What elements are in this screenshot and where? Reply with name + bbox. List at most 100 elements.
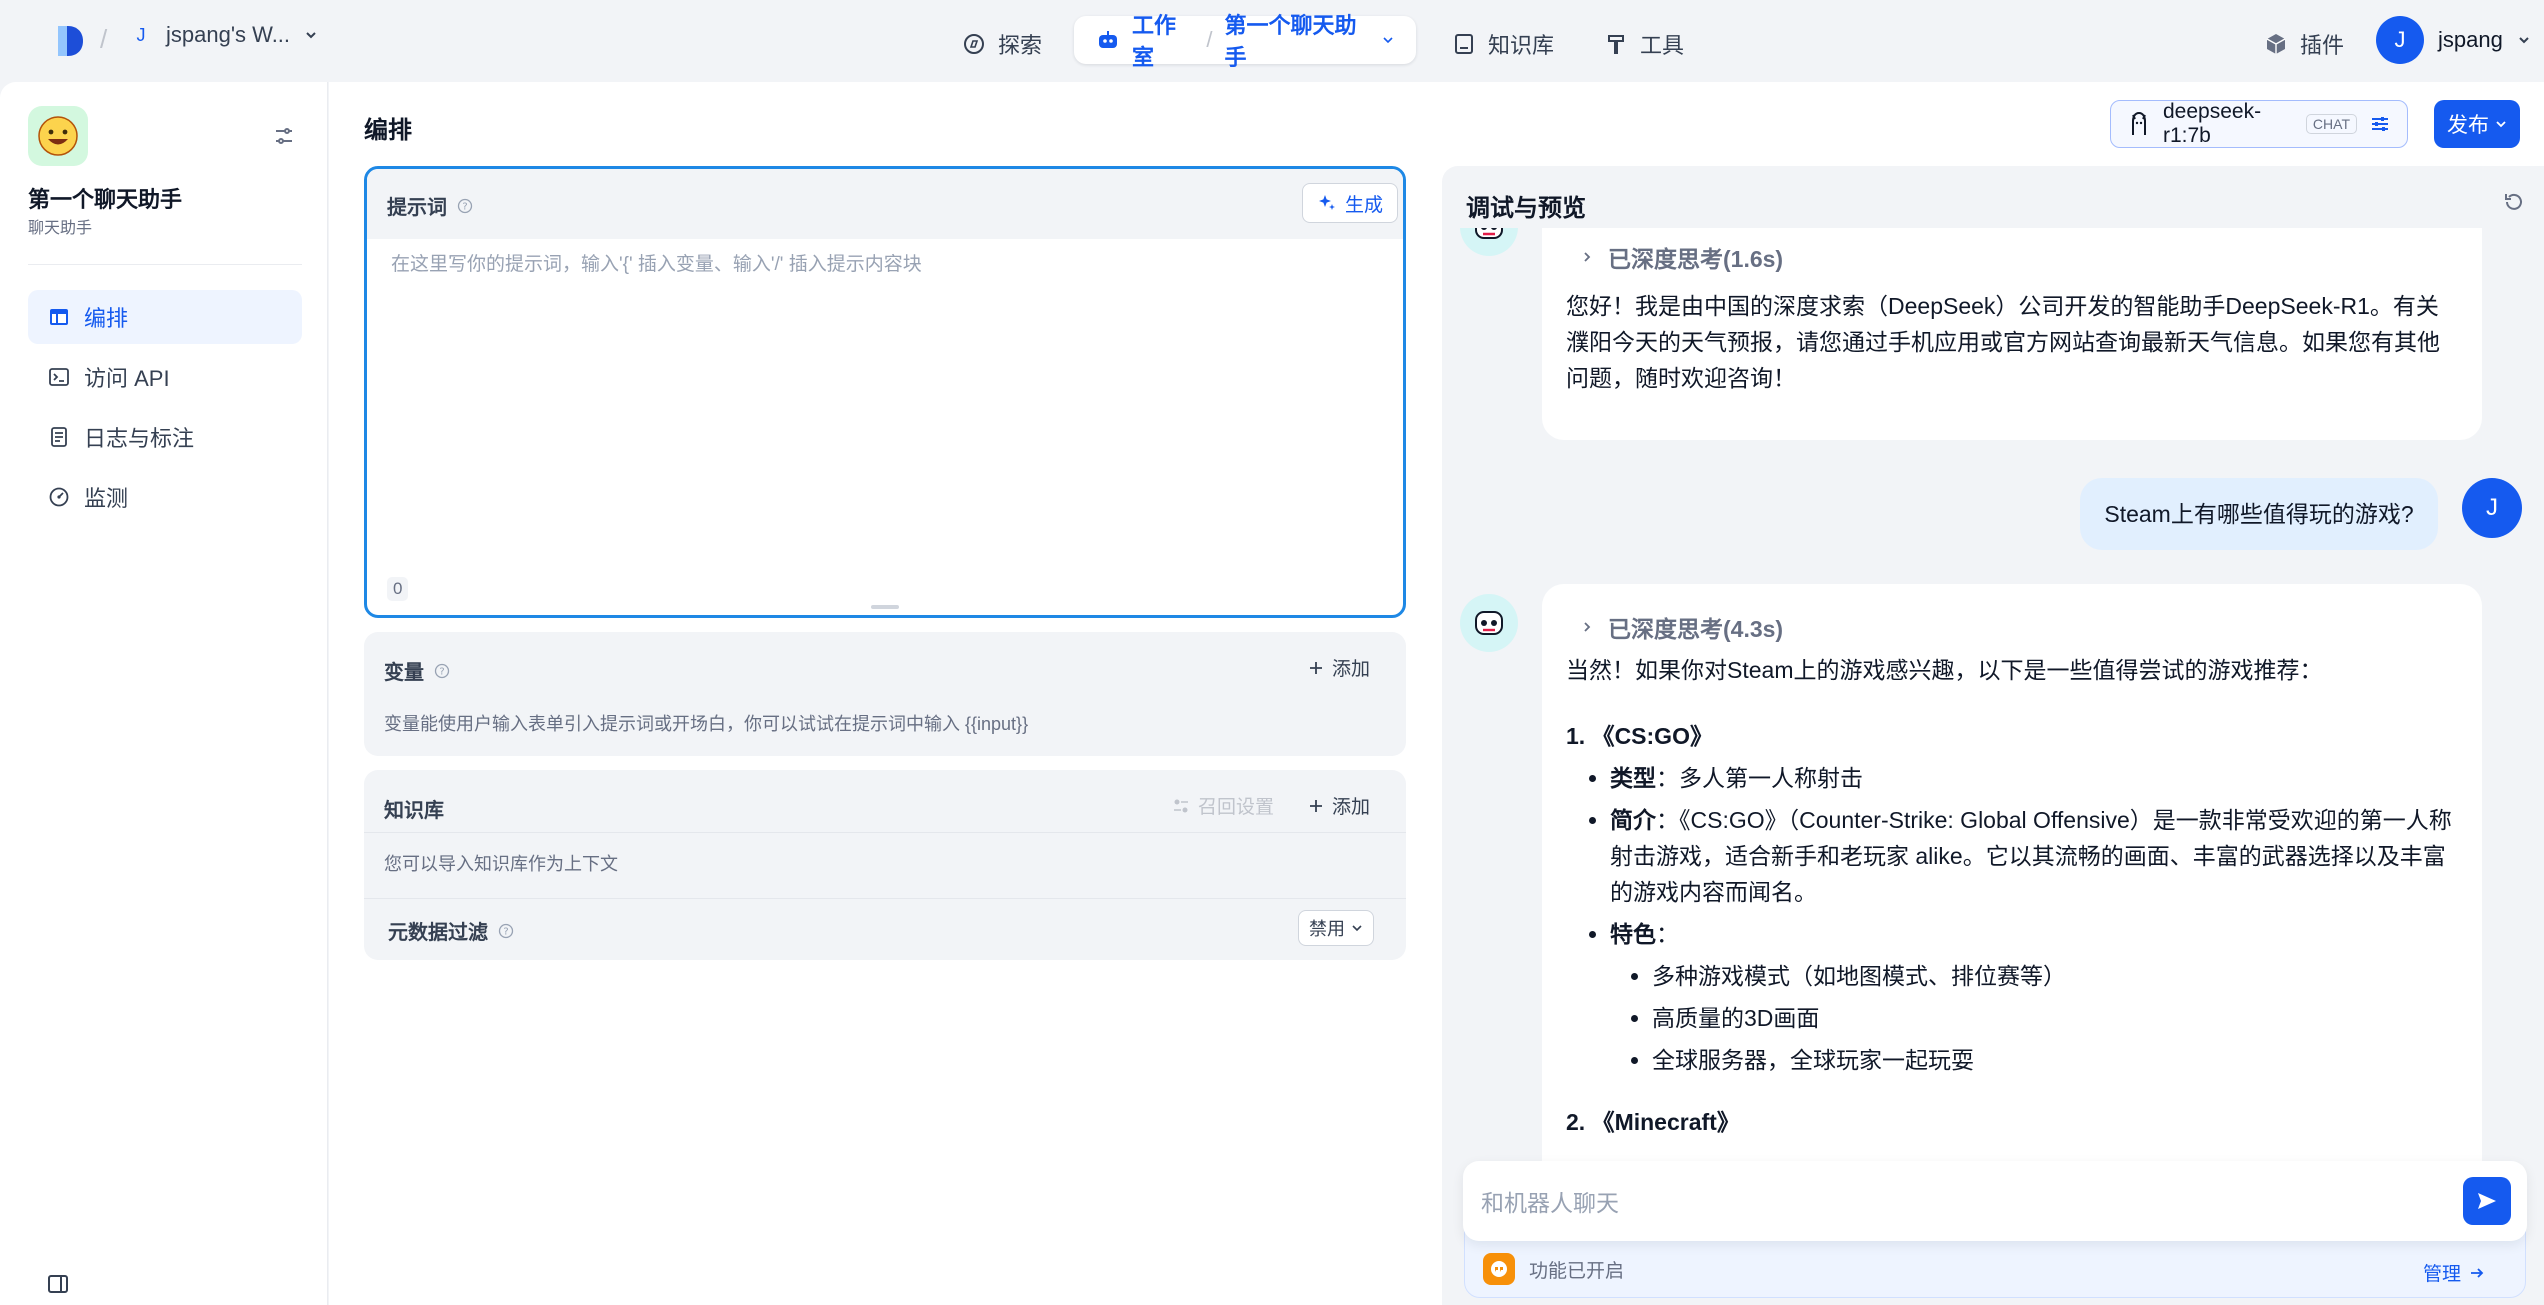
thinking-duration: 已深度思考(4.3s): [1608, 616, 1784, 642]
sidebar-item-orchestrate[interactable]: 编排: [28, 290, 302, 344]
breadcrumb-slash: /: [1206, 27, 1213, 52]
chat-input-box: 和机器人聊天: [1463, 1161, 2527, 1241]
metadata-filter-value: 禁用: [1309, 919, 1345, 939]
publish-button[interactable]: 发布: [2434, 100, 2520, 148]
help-circle-icon[interactable]: ?: [457, 198, 473, 214]
svg-text:?: ?: [462, 201, 467, 212]
dify-logo[interactable]: [54, 24, 86, 58]
list-item: 多种游戏模式（如地图模式、排位赛等）: [1652, 958, 2456, 994]
sidebar-item-label: 访问 API: [84, 366, 170, 391]
thinking-toggle[interactable]: 已深度思考(1.6s): [1580, 240, 1783, 274]
sidebar-item-monitor[interactable]: 监测: [28, 470, 302, 524]
knowledge-hint: 您可以导入知识库作为上下文: [384, 854, 618, 874]
generate-label: 生成: [1345, 194, 1384, 216]
page-title: 编排: [364, 117, 412, 144]
list-item: 全球服务器，全球玩家一起玩耍: [1652, 1042, 2456, 1078]
prompt-label-row: 提示词 ?: [387, 191, 473, 220]
nav-studio[interactable]: 工作室 / 第一个聊天助手: [1074, 13, 1416, 70]
game-type: ：多人第一人称射击: [1656, 765, 1863, 791]
recall-settings-button[interactable]: 召回设置: [1172, 792, 1274, 819]
debug-preview-panel: 调试与预览 已深度思考(1.6s) 您好！我是由中国的深度求索（DeepSeek…: [1442, 166, 2544, 1305]
user-menu[interactable]: J jspang: [2376, 16, 2531, 64]
chat-input[interactable]: 和机器人聊天: [1481, 1184, 2463, 1218]
list-item: 类型：多人第一人称射击: [1610, 760, 2456, 796]
current-app-name[interactable]: 第一个聊天助手: [1225, 8, 1371, 72]
workspace-initial: J: [136, 24, 146, 45]
nav-tools-label: 工具: [1640, 33, 1685, 58]
sidebar-divider: [28, 264, 302, 265]
sidebar-item-logs[interactable]: 日志与标注: [28, 410, 302, 464]
svg-text:?: ?: [503, 926, 508, 937]
manage-link[interactable]: 管理: [2423, 1259, 2485, 1286]
help-circle-icon[interactable]: ?: [498, 923, 514, 939]
char-count: 0: [387, 577, 409, 601]
variables-label: 变量: [384, 662, 424, 684]
metadata-filter-label: 元数据过滤: [388, 922, 488, 944]
plus-icon: [1308, 660, 1324, 676]
model-selector[interactable]: deepseek-r1:7b CHAT: [2110, 100, 2408, 148]
book-icon: [1452, 32, 1476, 56]
game-intro: ：《CS:GO》（Counter-Strike: Global Offensiv…: [1610, 807, 2452, 905]
type-label: 类型: [1610, 765, 1656, 791]
add-variable-button[interactable]: 添加: [1308, 654, 1370, 681]
feature-status-row: 功能已开启: [1483, 1253, 1624, 1285]
knowledge-panel: 知识库 召回设置 添加 您可以导入知识库作为上下文 元数据过滤 ? 禁用: [364, 770, 1406, 960]
send-button[interactable]: [2463, 1177, 2511, 1225]
variables-panel: 变量 ? 添加 变量能使用户输入表单引入提示词或开场白，你可以试试在提示词中输入…: [364, 632, 1406, 756]
nav-studio-label: 工作室: [1132, 13, 1177, 70]
add-label: 添加: [1332, 797, 1371, 818]
metadata-filter-row: 元数据过滤 ?: [388, 916, 514, 945]
resize-handle[interactable]: [871, 605, 899, 609]
metadata-filter-select[interactable]: 禁用: [1298, 910, 1374, 946]
user-message: Steam上有哪些值得玩的游戏?: [2080, 478, 2438, 550]
chat-title: 调试与预览: [1466, 195, 1586, 222]
svg-text:?: ?: [439, 666, 444, 677]
feature-list: 多种游戏模式（如地图模式、排位赛等） 高质量的3D画面 全球服务器，全球玩家一起…: [1610, 958, 2456, 1078]
user-avatar: J: [2376, 16, 2424, 64]
nav-tools[interactable]: 工具: [1604, 28, 1684, 60]
game-detail-list: 类型：多人第一人称射击 简介：《CS:GO》（Counter-Strike: G…: [1566, 760, 2456, 1078]
nav-explore[interactable]: 探索: [962, 28, 1042, 60]
collapse-sidebar-icon[interactable]: [46, 1272, 70, 1296]
sparkle-icon: [1317, 193, 1337, 213]
plugins-label: 插件: [2300, 33, 2345, 58]
messages-viewport: 已深度思考(1.6s) 您好！我是由中国的深度求索（DeepSeek）公司开发的…: [1442, 228, 2544, 1208]
generate-button[interactable]: 生成: [1302, 183, 1399, 223]
recall-settings-label: 召回设置: [1198, 797, 1275, 818]
help-circle-icon[interactable]: ?: [434, 663, 450, 679]
breadcrumb-separator: /: [100, 24, 108, 54]
bot-message-content: 当然！如果你对Steam上的游戏感兴趣，以下是一些值得尝试的游戏推荐： 1. 《…: [1566, 652, 2456, 1140]
refresh-icon[interactable]: [2502, 190, 2526, 214]
workspace-name: jspang's W...: [166, 22, 291, 47]
prompt-input[interactable]: 在这里写你的提示词，输入'{' 插入变量、输入'/' 插入提示内容块: [391, 249, 1381, 276]
feature-status-label: 功能已开启: [1529, 1260, 1625, 1282]
file-list-icon: [48, 426, 70, 448]
workspace-switcher[interactable]: J jspang's W...: [130, 22, 318, 48]
knowledge-label: 知识库: [384, 800, 444, 822]
robot-icon: [1096, 28, 1120, 52]
model-name: deepseek-r1:7b: [2163, 100, 2262, 147]
reply-intro: 当然！如果你对Steam上的游戏感兴趣，以下是一些值得尝试的游戏推荐：: [1566, 657, 2323, 683]
compass-icon: [962, 32, 986, 56]
app-title: 第一个聊天助手: [28, 187, 183, 212]
sidebar-item-api[interactable]: 访问 API: [28, 350, 302, 404]
chevron-down-icon: [1351, 922, 1363, 934]
prompt-editor-panel: 提示词 ? 生成 在这里写你的提示词，输入'{' 插入变量、输入'/' 插入提示…: [364, 166, 1406, 618]
thinking-toggle[interactable]: 已深度思考(4.3s): [1580, 610, 1783, 644]
plugins-button[interactable]: 插件: [2264, 28, 2344, 60]
bot-message-2: 已深度思考(4.3s) 当然！如果你对Steam上的游戏感兴趣，以下是一些值得尝…: [1542, 584, 2482, 1208]
app-subtitle: 聊天助手: [28, 220, 93, 237]
settings-sliders-icon: [1172, 797, 1190, 815]
user-message-text: Steam上有哪些值得玩的游戏?: [2104, 501, 2414, 527]
chevron-right-icon: [1580, 250, 1594, 264]
model-badge: CHAT: [2305, 114, 2357, 134]
nav-knowledge[interactable]: 知识库: [1452, 28, 1554, 60]
add-knowledge-button[interactable]: 添加: [1308, 792, 1370, 819]
nav-knowledge-label: 知识库: [1488, 33, 1555, 58]
list-item: 简介：《CS:GO》（Counter-Strike: Global Offens…: [1610, 802, 2456, 910]
app-icon[interactable]: [28, 106, 88, 166]
app-settings-icon[interactable]: [272, 124, 296, 148]
feature-label: 特色: [1610, 921, 1656, 947]
model-settings-icon[interactable]: [2369, 113, 2391, 135]
chevron-right-icon: [1580, 620, 1594, 634]
